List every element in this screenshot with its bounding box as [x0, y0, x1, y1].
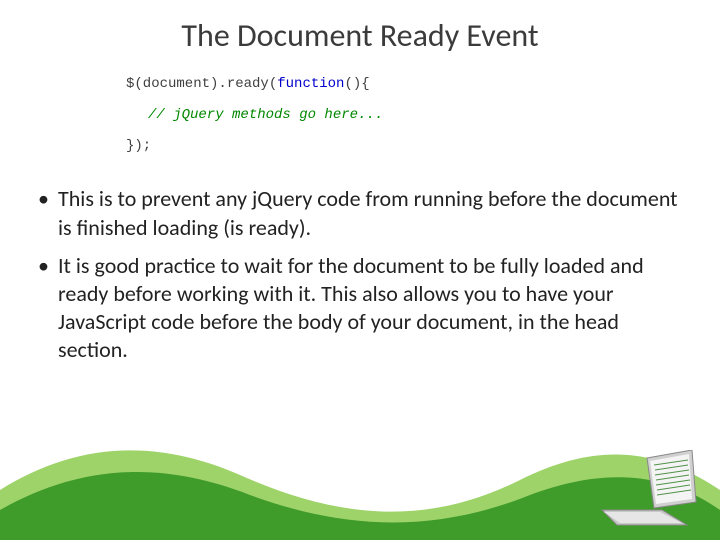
code-text: $(document).ready(	[126, 76, 277, 92]
slide-title: The Document Ready Event	[36, 16, 684, 55]
list-item: This is to prevent any jQuery code from …	[36, 185, 684, 241]
code-keyword: function	[277, 76, 344, 92]
list-item: It is good practice to wait for the docu…	[36, 252, 684, 365]
slide: The Document Ready Event $(document).rea…	[0, 0, 720, 540]
code-line-1: $(document).ready(function(){	[126, 69, 684, 100]
code-line-3: });	[126, 131, 684, 162]
wave-decoration	[0, 420, 720, 540]
bullet-list: This is to prevent any jQuery code from …	[36, 185, 684, 364]
code-text: (){	[344, 76, 369, 92]
laptop-icon	[592, 450, 702, 530]
code-block: $(document).ready(function(){ // jQuery …	[126, 69, 684, 161]
code-comment: // jQuery methods go here...	[148, 100, 684, 131]
